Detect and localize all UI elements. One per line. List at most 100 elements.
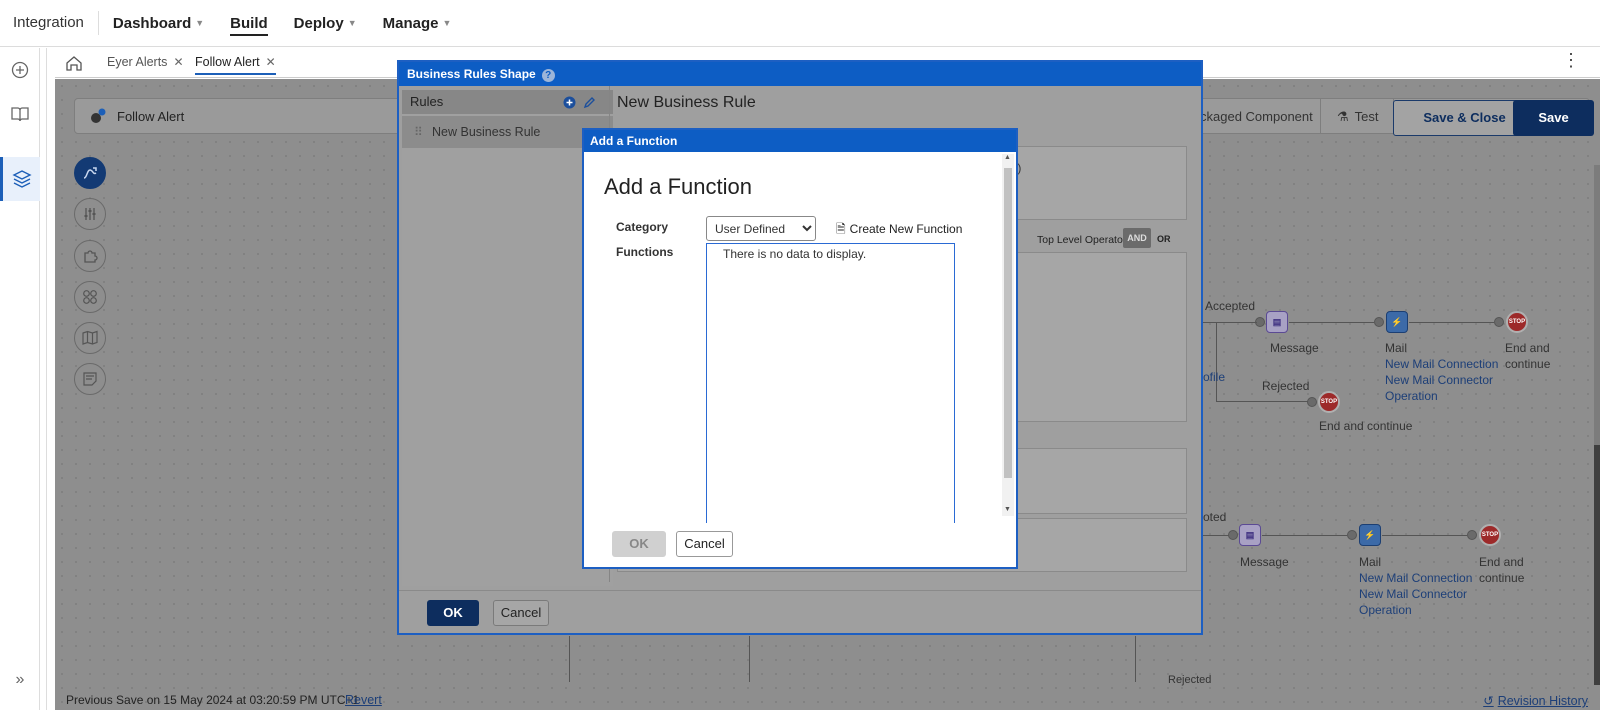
notes-tool-button[interactable] [74, 363, 106, 395]
mail-operation-link[interactable]: Operation [1359, 603, 1412, 617]
test-label: Test [1354, 109, 1379, 124]
end-and-continue-label: End and continue [1319, 419, 1413, 433]
category-select[interactable]: User Defined [706, 216, 816, 241]
connector-dot[interactable] [1307, 397, 1317, 407]
mail-connection-link[interactable]: New Mail Connection [1385, 357, 1498, 371]
tab-label: Follow Alert [195, 55, 260, 69]
flow-connector [1203, 322, 1221, 323]
tab-eyer-alerts[interactable]: Eyer Alerts ✕ [107, 55, 184, 69]
save-button[interactable]: Save [1513, 100, 1594, 136]
nav-dashboard[interactable]: Dashboard ▼ [113, 15, 204, 32]
scroll-down-icon[interactable]: ▼ [1004, 506, 1011, 513]
packaged-component-button[interactable]: ckaged Component [1200, 109, 1313, 124]
dialog-footer-divider [399, 590, 1201, 591]
connect-tool-button[interactable] [74, 157, 106, 189]
settings-tool-button[interactable] [74, 198, 106, 230]
or-toggle[interactable]: OR [1157, 234, 1171, 244]
ok-button[interactable]: OK [427, 600, 479, 626]
stop-label: STOP [1320, 399, 1338, 405]
flask-icon: ⚗ [1337, 109, 1349, 124]
flow-connector [1135, 636, 1136, 682]
add-function-dialog: Add a Function Add a Function Category U… [582, 128, 1018, 569]
create-new-function-link[interactable]: 🗎 Create New Function [836, 220, 962, 241]
connector-dot[interactable] [1228, 530, 1238, 540]
brand-label[interactable]: Integration [0, 11, 99, 35]
footer-bar: Previous Save on 15 May 2024 at 03:20:59… [55, 690, 1600, 710]
message-label: Message [1240, 555, 1289, 569]
dialog-titlebar: Business Rules Shape? [399, 62, 1201, 86]
flow-connector [569, 636, 570, 682]
connector-dot[interactable] [1494, 317, 1504, 327]
flow-connector [1221, 322, 1257, 323]
map-tool-button[interactable] [74, 322, 106, 354]
end-label: continue [1479, 571, 1525, 585]
scroll-up-icon[interactable]: ▲ [1004, 154, 1011, 161]
flow-connector [749, 636, 750, 682]
mail-connection-link[interactable]: New Mail Connection [1359, 571, 1472, 585]
history-icon: ↺ [1483, 694, 1494, 708]
more-options-icon[interactable]: ⋮ [1562, 50, 1580, 71]
mail-operation-link[interactable]: New Mail Connector [1385, 373, 1493, 387]
drag-handle-icon[interactable]: ⠿ [414, 116, 423, 148]
mail-label: Mail [1359, 555, 1382, 569]
connector-dot[interactable] [1374, 317, 1384, 327]
close-icon[interactable]: ✕ [173, 55, 183, 69]
revert-link[interactable]: Revert [345, 693, 382, 707]
stop-icon[interactable]: STOP [1479, 524, 1501, 546]
help-icon[interactable]: ? [541, 69, 555, 82]
dialog-scrollbar[interactable]: ▲ ▼ [1002, 154, 1014, 516]
add-rule-icon[interactable] [563, 96, 576, 109]
message-icon: ▤ [1272, 316, 1282, 327]
mail-shape[interactable]: ⚡ [1359, 524, 1381, 546]
mail-operation-link[interactable]: New Mail Connector [1359, 587, 1467, 601]
process-icon [91, 108, 106, 123]
rule-item-label: New Business Rule [432, 125, 541, 139]
empty-message: There is no data to display. [723, 247, 867, 261]
flow-link-fragment[interactable]: ofile [1203, 370, 1225, 384]
scrollbar-thumb[interactable] [1594, 445, 1600, 685]
ok-button[interactable]: OK [612, 531, 666, 557]
edit-icon[interactable] [583, 96, 596, 109]
stop-icon[interactable]: STOP [1318, 391, 1340, 413]
chevron-down-icon: ▼ [442, 18, 452, 28]
rules-header-label: Rules [410, 94, 444, 109]
canvas-scrollbar[interactable] [1594, 165, 1600, 685]
rule-title: New Business Rule [617, 94, 756, 111]
end-label: End and [1479, 555, 1524, 569]
and-toggle[interactable]: AND [1123, 228, 1151, 248]
nav-deploy[interactable]: Deploy ▼ [294, 15, 357, 32]
home-icon[interactable] [65, 54, 83, 72]
extensions-tool-button[interactable] [74, 240, 106, 272]
rail-divider [46, 48, 47, 710]
expand-rail-button[interactable]: » [0, 658, 40, 702]
components-button[interactable] [0, 157, 40, 201]
stop-icon[interactable]: STOP [1506, 311, 1528, 333]
flow-connector [1289, 322, 1374, 323]
layers-icon [11, 170, 32, 188]
add-component-button[interactable] [0, 48, 40, 92]
nav-build[interactable]: Build [230, 15, 268, 36]
nav-manage[interactable]: Manage ▼ [383, 15, 452, 32]
message-shape[interactable]: ▤ [1266, 311, 1288, 333]
components-tool-button[interactable] [74, 281, 106, 313]
connector-dot[interactable] [1467, 530, 1477, 540]
map-icon [82, 330, 98, 345]
message-shape[interactable]: ▤ [1239, 524, 1261, 546]
revision-history-link[interactable]: ↺ Revision History [1483, 693, 1588, 708]
stop-label: STOP [1508, 319, 1526, 325]
functions-label: Functions [616, 245, 674, 259]
mail-operation-link[interactable]: Operation [1385, 389, 1438, 403]
documentation-button[interactable] [0, 92, 40, 136]
divider [1320, 99, 1321, 133]
close-icon[interactable]: ✕ [266, 55, 276, 69]
nav-dashboard-label: Dashboard [112, 14, 192, 32]
functions-list[interactable]: There is no data to display. [706, 243, 955, 523]
scrollbar-thumb[interactable] [1004, 168, 1012, 478]
mail-shape[interactable]: ⚡ [1386, 311, 1408, 333]
tab-follow-alert[interactable]: Follow Alert ✕ [195, 55, 276, 75]
top-navigation: Integration Dashboard ▼ Build Deploy ▼ Man… [0, 0, 1600, 47]
connector-dot[interactable] [1347, 530, 1357, 540]
test-button[interactable]: ⚗ Test [1337, 109, 1379, 125]
cancel-button[interactable]: Cancel [493, 600, 549, 626]
cancel-button[interactable]: Cancel [676, 531, 733, 557]
